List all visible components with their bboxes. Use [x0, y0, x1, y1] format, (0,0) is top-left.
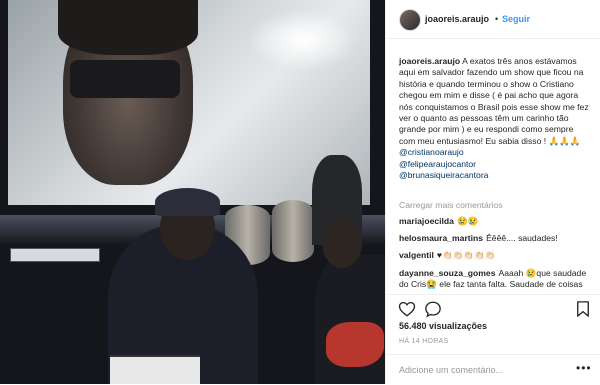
follow-button[interactable]: Seguir [502, 14, 530, 24]
caption-mention[interactable]: @felipearaujocantor [399, 159, 591, 170]
more-options-icon[interactable]: ••• [576, 361, 592, 375]
comment-bubble-icon[interactable] [424, 300, 442, 318]
accordion-player-cap [155, 188, 220, 216]
caption-author[interactable]: joaoreis.araujo [399, 56, 460, 66]
caption-mention[interactable]: @brunasiqueiracantora [399, 170, 591, 181]
post-sidebar: joaoreis.araujo • Seguir joaoreis.araujo… [385, 0, 600, 384]
post-caption: joaoreis.araujo A exatos três anos estáv… [399, 56, 591, 181]
screen-singer-hair [58, 0, 198, 55]
view-count[interactable]: 56.480 visualizações [399, 321, 487, 331]
header-separator: • [495, 14, 499, 24]
accordion [110, 355, 200, 384]
comment-text: Êêêê.... saudades! [486, 233, 558, 244]
comment-text: 😢😢 [456, 216, 479, 226]
add-comment-input[interactable] [399, 363, 569, 377]
add-comment-bar: ••• [386, 354, 600, 385]
caption-mention[interactable]: @cristianoaraujo [399, 147, 591, 158]
load-more-comments[interactable]: Carregar mais comentários [399, 200, 503, 210]
stage-drum [272, 200, 314, 262]
comment-author[interactable]: mariajoecilda [399, 216, 454, 226]
comment: valgentil ♥👏🏻👏🏻👏🏻👏🏻👏🏻 [399, 250, 594, 261]
screen-light-glow [248, 10, 358, 70]
avatar[interactable] [399, 9, 421, 31]
comments-list: mariajoecilda 😢😢 helosmaura_martins Êêêê..… [399, 216, 594, 291]
comment-author[interactable]: valgentil [399, 250, 434, 260]
guitarist-head [322, 218, 362, 268]
post-actions [386, 294, 600, 321]
bookmark-icon[interactable] [574, 300, 592, 318]
heart-icon[interactable] [398, 300, 416, 318]
comment: dayanne_souza_gomes Aaaah 😢que saudade do… [399, 268, 594, 291]
post-header: joaoreis.araujo • Seguir [386, 0, 600, 39]
post-username[interactable]: joaoreis.araujo [425, 14, 489, 24]
comment-text: ♥👏🏻👏🏻👏🏻👏🏻👏🏻 [436, 250, 496, 261]
electric-guitar [326, 322, 384, 367]
comment: helosmaura_martins Êêêê.... saudades! [399, 233, 594, 244]
comment-author[interactable]: dayanne_souza_gomes [399, 268, 495, 278]
screen-singer-sunglasses [70, 60, 180, 98]
stage-keyboard [10, 248, 100, 262]
comment: mariajoecilda 😢😢 [399, 216, 594, 227]
caption-text: A exatos três anos estávamos aqui em sal… [399, 56, 589, 146]
post-timestamp[interactable]: HÁ 14 HORAS [399, 338, 449, 345]
post-video[interactable] [0, 0, 385, 384]
comment-author[interactable]: helosmaura_martins [399, 233, 483, 243]
